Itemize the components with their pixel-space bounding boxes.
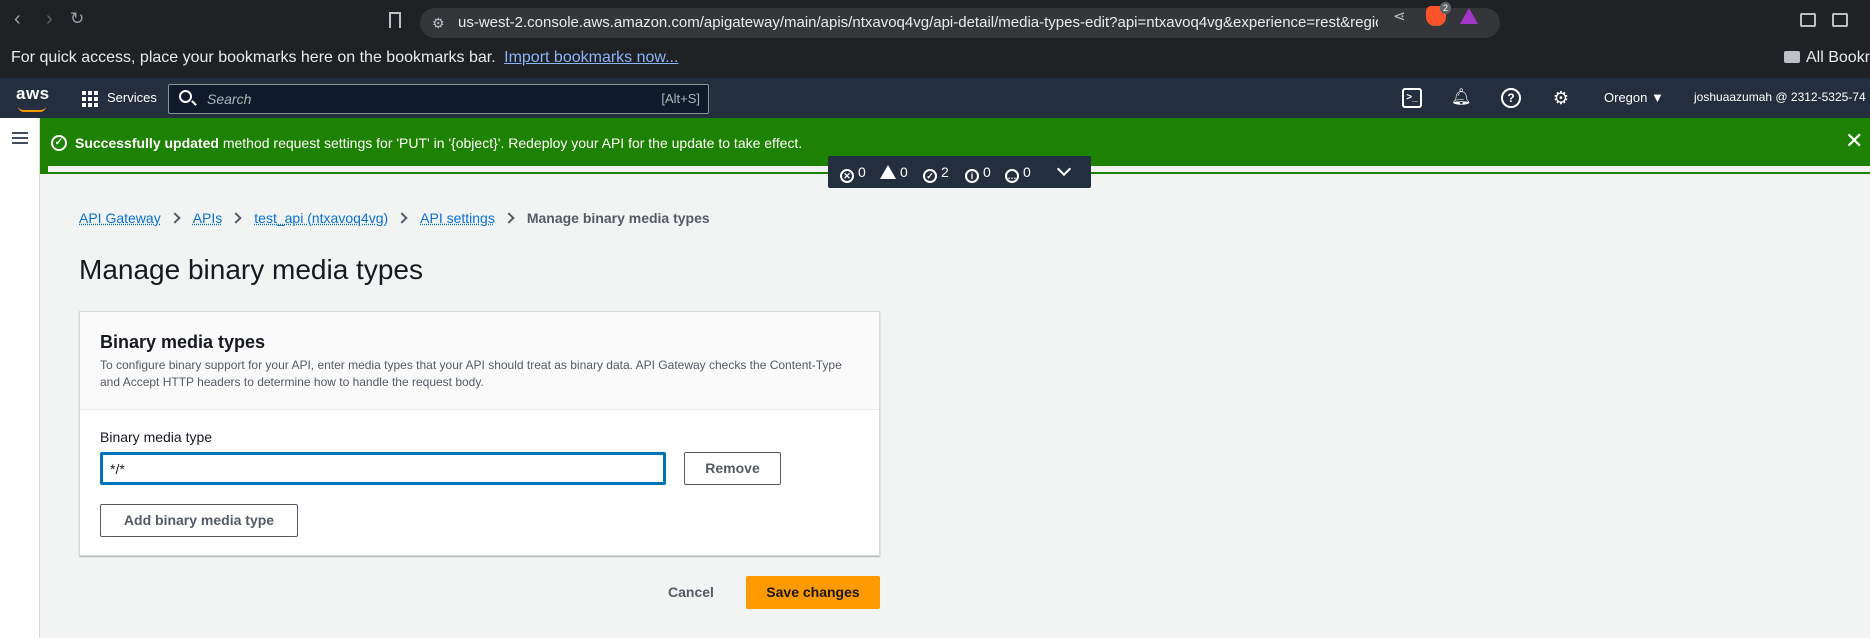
- page-title: Manage binary media types: [79, 254, 423, 285]
- save-changes-button[interactable]: Save changes: [746, 576, 880, 609]
- in-progress-icon: …: [1005, 169, 1019, 183]
- notification-counter-bar[interactable]: ✕ 0 0 ✓ 2 i0 … 0: [828, 156, 1091, 188]
- notifications-bell-icon[interactable]: 🔔︎: [1451, 88, 1471, 108]
- bookmarks-hint: For quick access, place your bookmarks h…: [11, 49, 496, 66]
- reload-icon[interactable]: ↻: [70, 9, 84, 29]
- chevron-right-icon: [169, 212, 181, 224]
- binary-media-types-container: Binary media types To configure binary s…: [79, 311, 880, 556]
- warning-count-value: 0: [900, 164, 908, 180]
- success-check-icon: ✓: [51, 135, 67, 151]
- in-progress-count: … 0: [1005, 164, 1031, 183]
- aws-logo[interactable]: aws: [16, 84, 50, 104]
- media-type-label: Binary media type: [100, 429, 213, 445]
- flash-detail: method request settings for 'PUT' in '{o…: [218, 135, 803, 151]
- success-icon: ✓: [923, 169, 937, 183]
- chevron-right-icon: [230, 212, 242, 224]
- remove-button[interactable]: Remove: [684, 452, 781, 485]
- success-count-value: 2: [941, 164, 949, 180]
- aws-smile-icon: [18, 106, 46, 112]
- sidebar-icon[interactable]: [1800, 13, 1816, 27]
- binary-media-type-input[interactable]: [100, 452, 666, 485]
- flash-message: Successfully updated method request sett…: [75, 135, 802, 151]
- close-icon[interactable]: ✕: [1845, 130, 1863, 152]
- in-progress-count-value: 0: [1023, 164, 1031, 180]
- bookmarks-bar: For quick access, place your bookmarks h…: [0, 38, 1870, 78]
- aws-top-nav: aws Services [Alt+S] >_ 🔔︎ ? ⚙ Oregon ▼ …: [0, 78, 1870, 118]
- cancel-button[interactable]: Cancel: [668, 584, 714, 600]
- site-info-icon[interactable]: ⚙: [432, 8, 445, 38]
- brave-rewards-icon[interactable]: [1460, 8, 1478, 24]
- settings-gear-icon[interactable]: ⚙: [1551, 88, 1571, 108]
- chevron-down-icon[interactable]: [1056, 161, 1072, 177]
- services-menu[interactable]: Services: [107, 90, 157, 105]
- add-binary-media-type-button[interactable]: Add binary media type: [100, 504, 298, 537]
- address-bar[interactable]: ⚙ us-west-2.console.aws.amazon.com/apiga…: [420, 8, 1500, 38]
- search-input[interactable]: [205, 85, 605, 113]
- info-icon: i: [965, 169, 979, 183]
- info-count-value: 0: [983, 164, 991, 180]
- success-count: ✓ 2: [923, 164, 949, 183]
- container-header: Binary media types To configure binary s…: [80, 312, 879, 410]
- bookmark-icon[interactable]: [389, 12, 401, 28]
- menu-icon[interactable]: [12, 132, 28, 144]
- search-shortcut: [Alt+S]: [661, 91, 700, 106]
- side-navigation-rail: [0, 118, 40, 638]
- flash-bold: Successfully updated: [75, 135, 219, 151]
- breadcrumb-api-gateway[interactable]: API Gateway: [79, 210, 161, 226]
- error-count: ✕ 0: [840, 164, 866, 183]
- bookmarks-message: For quick access, place your bookmarks h…: [11, 38, 678, 78]
- region-selector[interactable]: Oregon ▼: [1604, 90, 1664, 105]
- import-bookmarks-link[interactable]: Import bookmarks now...: [504, 49, 678, 66]
- url-text: us-west-2.console.aws.amazon.com/apigate…: [458, 14, 1378, 31]
- share-icon[interactable]: ⋖: [1393, 7, 1406, 25]
- chevron-right-icon: [396, 212, 408, 224]
- all-bookmarks-label: All Bookm: [1806, 49, 1870, 66]
- all-bookmarks-button[interactable]: All Bookm: [1784, 38, 1870, 78]
- breadcrumb-current: Manage binary media types: [526, 210, 710, 226]
- account-menu[interactable]: joshuaazumah @ 2312-5325-74: [1694, 90, 1866, 104]
- cloudshell-icon[interactable]: >_: [1402, 88, 1422, 108]
- info-count: i0: [965, 164, 991, 183]
- search-box[interactable]: [Alt+S]: [168, 84, 709, 114]
- back-icon[interactable]: ‹: [14, 9, 21, 29]
- section-title: Binary media types: [100, 332, 266, 352]
- chevron-right-icon: [503, 212, 515, 224]
- breadcrumb: API Gateway APIs test_api (ntxavoq4vg) API …: [79, 210, 710, 226]
- warning-icon: [880, 165, 896, 179]
- forward-icon[interactable]: ›: [46, 9, 53, 29]
- browser-toolbar: ‹ › ↻ ⚙ us-west-2.console.aws.amazon.com…: [0, 0, 1870, 38]
- error-icon: ✕: [840, 169, 854, 183]
- shields-count-badge: 2: [1440, 2, 1452, 14]
- breadcrumb-apis[interactable]: APIs: [193, 210, 223, 226]
- services-grid-icon[interactable]: [82, 91, 98, 107]
- error-count-value: 0: [858, 164, 866, 180]
- breadcrumb-api-settings[interactable]: API settings: [420, 210, 495, 226]
- help-icon[interactable]: ?: [1501, 88, 1521, 108]
- search-icon: [179, 90, 192, 103]
- warning-count: 0: [880, 164, 908, 180]
- folder-icon: [1784, 51, 1800, 63]
- section-description: To configure binary support for your API…: [100, 358, 842, 389]
- wallet-icon[interactable]: [1832, 13, 1848, 27]
- breadcrumb-api[interactable]: test_api (ntxavoq4vg): [254, 210, 388, 226]
